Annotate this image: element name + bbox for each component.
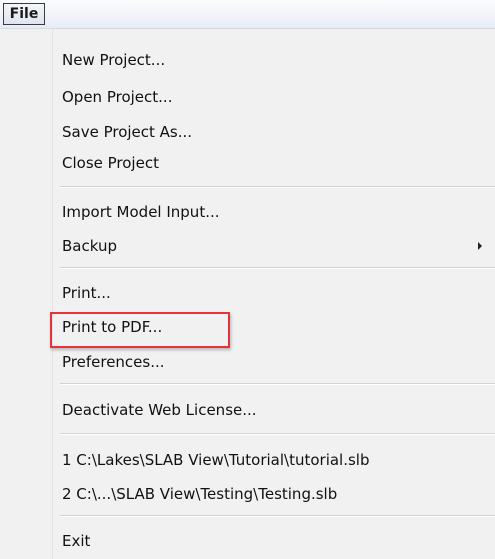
menu-item-recent-file-2[interactable]: 2 C:\...\SLAB View\Testing\Testing.slb <box>62 484 337 504</box>
chevron-right-icon <box>478 242 482 250</box>
menu-item-new-project[interactable]: New Project... <box>62 50 165 70</box>
menu-item-open-project[interactable]: Open Project... <box>62 87 172 107</box>
menu-separator <box>60 515 495 517</box>
file-menu-button[interactable]: File <box>3 3 45 25</box>
menu-item-close-project[interactable]: Close Project <box>62 153 159 173</box>
menu-separator <box>60 433 495 435</box>
menu-bar: File <box>0 0 495 29</box>
menu-icon-gutter <box>0 29 53 559</box>
highlight-box <box>50 312 230 348</box>
menu-separator <box>60 267 495 269</box>
menu-item-backup[interactable]: Backup <box>62 236 117 256</box>
menu-item-recent-file-1[interactable]: 1 C:\Lakes\SLAB View\Tutorial\tutorial.s… <box>62 450 370 470</box>
menu-separator <box>60 186 495 188</box>
menu-item-preferences[interactable]: Preferences... <box>62 352 165 372</box>
menu-separator <box>60 383 495 385</box>
menu-item-import-model-input[interactable]: Import Model Input... <box>62 202 220 222</box>
file-menu-dropdown: New Project... Open Project... Save Proj… <box>0 29 495 559</box>
menu-item-print[interactable]: Print... <box>62 283 111 303</box>
menu-item-exit[interactable]: Exit <box>62 531 90 551</box>
menu-item-save-project-as[interactable]: Save Project As... <box>62 122 192 142</box>
menu-item-deactivate-web-license[interactable]: Deactivate Web License... <box>62 400 257 420</box>
